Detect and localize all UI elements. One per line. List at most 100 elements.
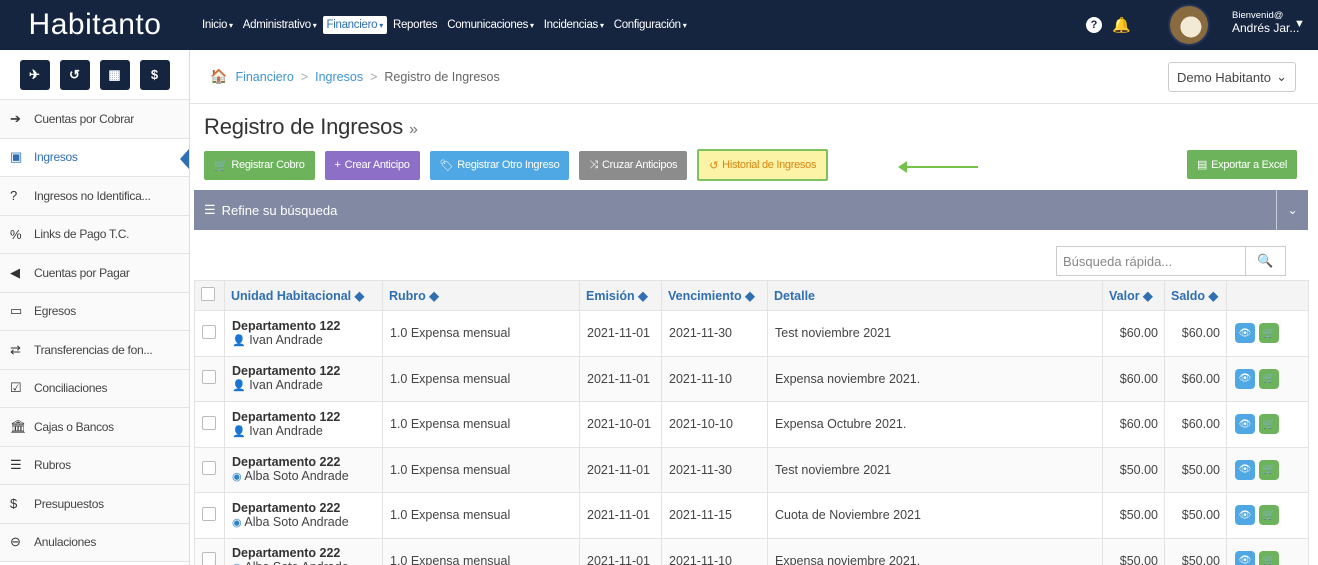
table-row[interactable]: Departamento 122 👤 Ivan Andrade 1.0 Expens… <box>194 401 1309 448</box>
unit-name[interactable]: Departamento 222 <box>232 501 382 515</box>
historial-ingresos-button[interactable]: ↺ Historial de Ingresos <box>697 149 829 181</box>
unit-name[interactable]: Departamento 222 <box>232 455 382 469</box>
unit-name[interactable]: Departamento 122 <box>232 410 382 424</box>
refine-search-panel[interactable]: ☰ Refine su búsqueda ⌄ <box>194 190 1308 230</box>
nav-item-label: Administrativo <box>242 19 311 31</box>
sidebar-item-transferencias-de-fon[interactable]: ⇄ Transferencias de fon... <box>0 331 189 370</box>
eye-icon[interactable]: 👁 <box>1235 368 1255 389</box>
cell-vencimiento: 2021-11-15 <box>661 492 768 539</box>
sidebar-item-cuentas-por-cobrar[interactable]: ➔ Cuentas por Cobrar <box>0 100 189 139</box>
header-unidad[interactable]: Unidad Habitacional ◆ <box>224 280 383 311</box>
table-row[interactable]: Departamento 222◉ Alba Soto Andrade1.0 E… <box>194 537 1309 565</box>
sidebar-item-label: Presupuestos <box>34 496 104 511</box>
top-navbar: Habitanto Inicio ▾ Administrativo ▾ Financie… <box>0 0 1318 50</box>
paper-plane-icon[interactable]: ✈ <box>19 59 50 90</box>
cruzar-anticipos-button[interactable]: ⤨ Cruzar Anticipos <box>579 150 688 180</box>
cell-saldo: $50.00 <box>1164 537 1227 565</box>
shuffle-icon: ⤨ <box>589 158 598 171</box>
row-checkbox[interactable] <box>202 370 216 385</box>
sidebar-item-conciliaciones[interactable]: ☑ Conciliaciones <box>0 369 189 408</box>
nav-item-comunicaciones[interactable]: Comunicaciones ▾ <box>443 16 538 34</box>
cell-valor: $60.00 <box>1102 355 1165 402</box>
nav-item-configuración[interactable]: Configuración ▾ <box>610 16 691 34</box>
chevron-down-icon[interactable]: ⌄ <box>1276 190 1308 230</box>
exportar-excel-button[interactable]: ▤ Exportar a Excel <box>1187 150 1297 179</box>
home-icon[interactable]: 🏠 <box>210 68 227 85</box>
eye-icon[interactable]: 👁 <box>1235 550 1255 565</box>
cart-icon[interactable]: 🛒 <box>1259 323 1279 344</box>
cart-icon[interactable]: 🛒 <box>1259 550 1279 565</box>
nav-item-financiero[interactable]: Financiero ▾ <box>322 16 387 34</box>
table-row[interactable]: Departamento 222◉ Alba Soto Andrade1.0 E… <box>194 446 1309 493</box>
breadcrumb-ingresos[interactable]: Ingresos <box>315 70 363 84</box>
row-checkbox[interactable] <box>202 506 216 521</box>
cell-actions: 👁 🛒 <box>1226 355 1309 402</box>
resident-name: Ivan Andrade <box>249 378 323 393</box>
sidebar-item-egresos[interactable]: ▭ Egresos <box>0 292 189 331</box>
header-vencimiento[interactable]: Vencimiento ◆ <box>661 280 768 311</box>
cell-unidad: Departamento 222◉ Alba Soto Andrade <box>224 446 383 493</box>
cell-emision: 2021-11-01 <box>579 310 662 357</box>
row-checkbox[interactable] <box>202 324 216 339</box>
nav-item-inicio[interactable]: Inicio ▾ <box>198 16 237 34</box>
row-checkbox[interactable] <box>202 415 216 430</box>
nav-item-incidencias[interactable]: Incidencias ▾ <box>540 16 608 34</box>
registrar-cobro-button[interactable]: 🛒 Registrar Cobro <box>204 150 315 180</box>
eye-icon[interactable]: 👁 <box>1235 414 1255 435</box>
header-rubro[interactable]: Rubro ◆ <box>382 280 580 311</box>
eye-icon[interactable]: 👁 <box>1235 505 1255 526</box>
unit-name[interactable]: Departamento 122 <box>232 319 382 333</box>
help-icon[interactable]: ? <box>1086 17 1102 33</box>
nav-item-reportes[interactable]: Reportes <box>389 16 441 34</box>
minus-circle-icon: ⊖ <box>10 534 21 550</box>
unit-name[interactable]: Departamento 222 <box>232 546 382 560</box>
history-icon[interactable]: ↺ <box>59 59 90 90</box>
search-icon[interactable]: 🔍 <box>1246 246 1286 276</box>
sidebar-item-presupuestos[interactable]: $ Presupuestos <box>0 485 189 524</box>
brand-logo[interactable]: Habitanto <box>0 0 190 50</box>
sidebar-item-cajas-o-bancos[interactable]: 🏛 Cajas o Bancos <box>0 408 189 447</box>
sidebar-item-anulaciones[interactable]: ⊖ Anulaciones <box>0 523 189 562</box>
bell-icon[interactable]: 🔔 <box>1112 16 1131 34</box>
list-icon: ☰ <box>10 457 22 473</box>
header-emision[interactable]: Emisión ◆ <box>579 280 662 311</box>
header-saldo[interactable]: Saldo ◆ <box>1164 280 1227 311</box>
dollar-icon[interactable]: $ <box>139 59 170 90</box>
cart-icon[interactable]: 🛒 <box>1259 459 1279 480</box>
cart-icon[interactable]: 🛒 <box>1259 414 1279 435</box>
registrar-otro-ingreso-button[interactable]: 🏷 Registrar Otro Ingreso <box>429 150 570 180</box>
breadcrumb-financiero[interactable]: Financiero <box>235 70 293 84</box>
table-row[interactable]: Departamento 122 👤 Ivan Andrade 1.0 Expens… <box>194 355 1309 402</box>
credit-card-icon: ▭ <box>10 303 22 319</box>
sidebar-item-label: Conciliaciones <box>34 381 108 396</box>
cell-actions: 👁 🛒 <box>1226 446 1309 493</box>
avatar[interactable] <box>1168 4 1210 46</box>
sidebar-item-ingresos[interactable]: ▣ Ingresos <box>0 138 189 177</box>
user-menu[interactable]: Bienvenid@ Andrés Jar... <box>1232 10 1299 34</box>
nav-item-administrativo[interactable]: Administrativo ▾ <box>239 16 321 34</box>
cart-icon[interactable]: 🛒 <box>1259 368 1279 389</box>
header-valor[interactable]: Valor ◆ <box>1102 280 1165 311</box>
sidebar-item-links-de-pago-t-c[interactable]: % Links de Pago T.C. <box>0 215 189 254</box>
select-all-checkbox[interactable] <box>201 287 215 301</box>
unit-name[interactable]: Departamento 122 <box>232 364 382 378</box>
calculator-icon[interactable]: ▦ <box>99 59 130 90</box>
eye-icon[interactable]: 👁 <box>1235 459 1255 480</box>
table-row[interactable]: Departamento 222◉ Alba Soto Andrade1.0 E… <box>194 492 1309 539</box>
search-input[interactable] <box>1056 246 1246 276</box>
sidebar-menu: ➔ Cuentas por Cobrar ▣ Ingresos? Ingresos no… <box>0 100 189 562</box>
crear-anticipo-button[interactable]: + Crear Anticipo <box>324 150 420 180</box>
row-checkbox[interactable] <box>202 461 216 476</box>
sidebar-item-cuentas-por-pagar[interactable]: ◀ Cuentas por Pagar <box>0 254 189 293</box>
caret-down-icon[interactable]: ▼ <box>1294 18 1305 30</box>
cell-valor: $60.00 <box>1102 310 1165 357</box>
sidebar-item-rubros[interactable]: ☰ Rubros <box>0 446 189 485</box>
company-selector[interactable]: Demo Habitanto ⌄ <box>1168 62 1296 92</box>
table-row[interactable]: Departamento 122 👤 Ivan Andrade 1.0 Expens… <box>194 310 1309 357</box>
nav-item-label: Comunicaciones <box>447 19 529 31</box>
sidebar-item-ingresos-no-identifica[interactable]: ? Ingresos no Identifica... <box>0 177 189 216</box>
eye-icon[interactable]: 👁 <box>1235 323 1255 344</box>
row-checkbox[interactable] <box>202 552 216 565</box>
company-selector-value: Demo Habitanto <box>1177 69 1271 85</box>
cart-icon[interactable]: 🛒 <box>1259 505 1279 526</box>
